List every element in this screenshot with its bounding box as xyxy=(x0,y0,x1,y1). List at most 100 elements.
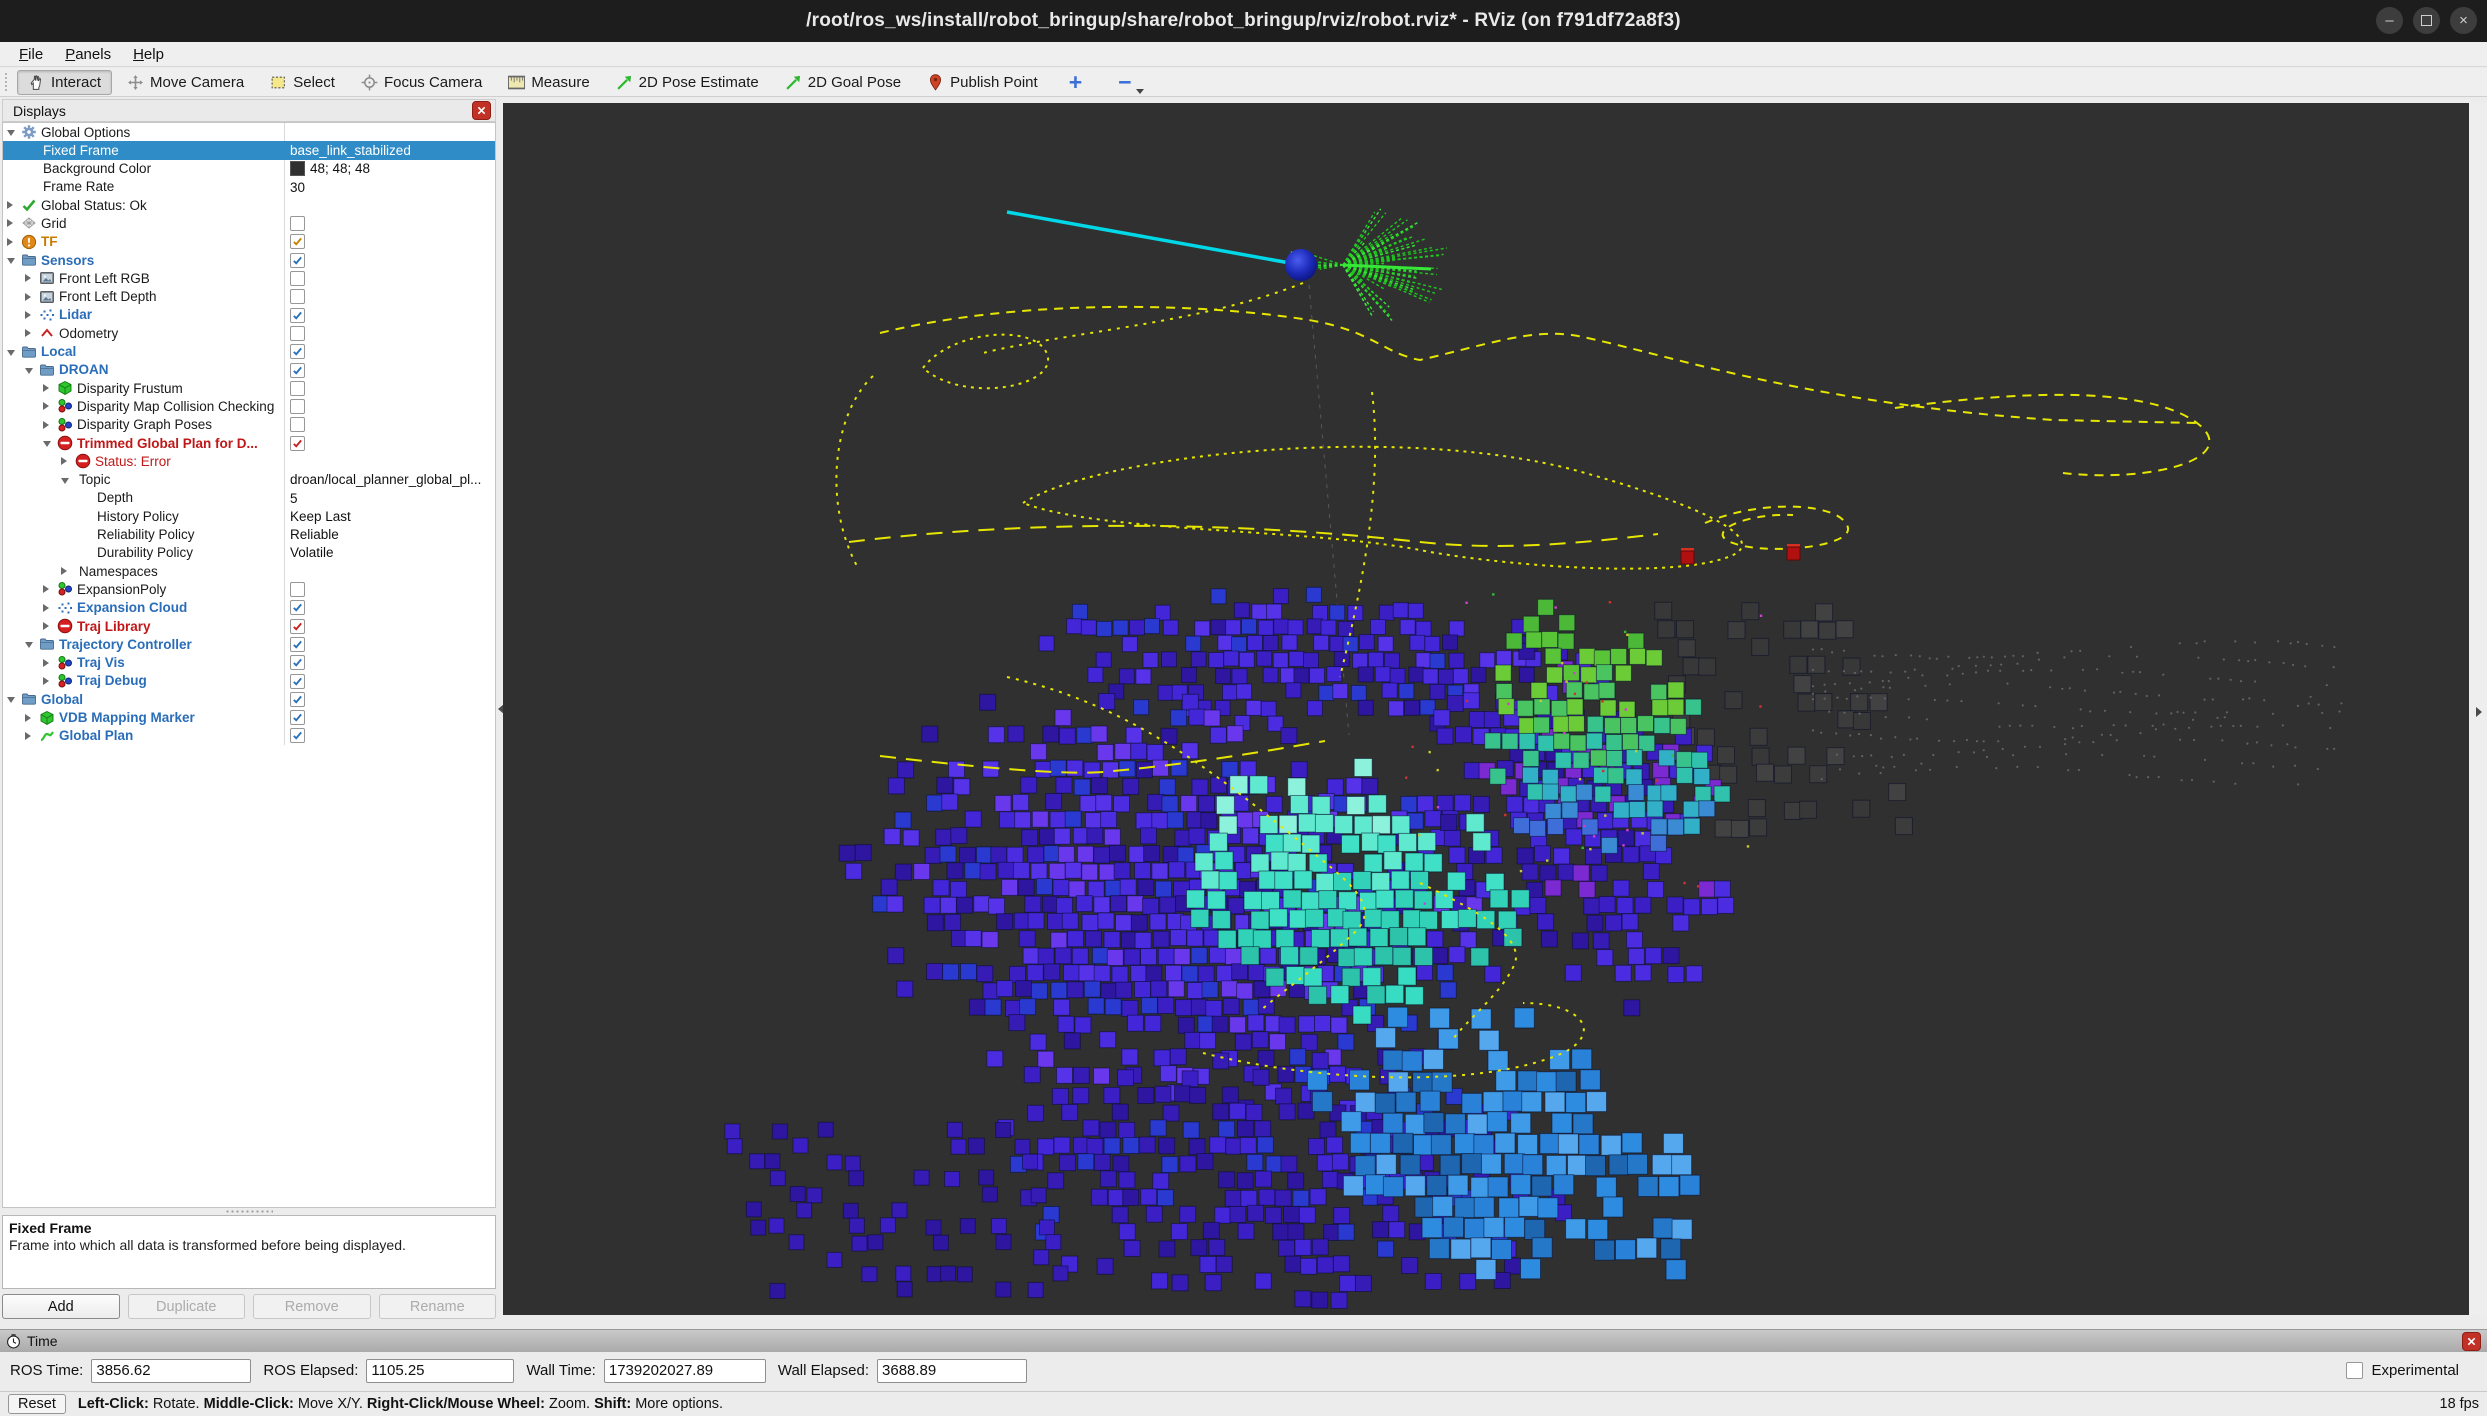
checkbox-checked[interactable] xyxy=(290,710,305,725)
zoom-in-button[interactable]: + xyxy=(1053,72,1098,92)
expander-closed-icon[interactable] xyxy=(25,293,31,301)
tree-row-history-policy[interactable]: History PolicyKeep Last xyxy=(3,507,495,525)
menu-item-help[interactable]: Help xyxy=(122,44,175,65)
expander-open-icon[interactable] xyxy=(7,130,15,136)
checkbox-unchecked[interactable] xyxy=(290,399,305,414)
expander-closed-icon[interactable] xyxy=(25,311,31,319)
expander-closed-icon[interactable] xyxy=(7,201,13,209)
tree-row-frame-rate[interactable]: Frame Rate30 xyxy=(3,178,495,196)
tree-row-global-options[interactable]: Global Options xyxy=(3,123,495,141)
time-field-input[interactable] xyxy=(91,1359,251,1383)
tree-row-expansion-cloud[interactable]: Expansion Cloud xyxy=(3,599,495,617)
tree-row-lidar[interactable]: Lidar xyxy=(3,306,495,324)
tree-row-status-error[interactable]: Status: Error xyxy=(3,452,495,470)
checkbox-unchecked[interactable] xyxy=(290,216,305,231)
tree-row-odometry[interactable]: Odometry xyxy=(3,324,495,342)
checkbox-checked[interactable] xyxy=(290,253,305,268)
expander-open-icon[interactable] xyxy=(43,441,51,447)
add-button[interactable]: Add xyxy=(2,1294,120,1319)
tree-row-reliability-policy[interactable]: Reliability PolicyReliable xyxy=(3,526,495,544)
focus-camera-button[interactable]: Focus Camera xyxy=(350,70,493,95)
expander-open-icon[interactable] xyxy=(7,697,15,703)
expander-closed-icon[interactable] xyxy=(43,622,49,630)
expander-closed-icon[interactable] xyxy=(25,274,31,282)
checkbox-checked[interactable] xyxy=(290,655,305,670)
tree-row-traj-library[interactable]: Traj Library xyxy=(3,617,495,635)
toolbar-drag-handle[interactable] xyxy=(4,72,9,92)
expander-open-icon[interactable] xyxy=(7,258,15,264)
expander-closed-icon[interactable] xyxy=(25,714,31,722)
checkbox-unchecked[interactable] xyxy=(290,381,305,396)
value-text[interactable]: base_link_stabilized xyxy=(290,143,411,158)
2d-goal-pose-button[interactable]: 2D Goal Pose xyxy=(774,70,912,95)
minimize-button[interactable]: – xyxy=(2376,7,2403,34)
tree-row-front-left-rgb[interactable]: Front Left RGB xyxy=(3,269,495,287)
expander-closed-icon[interactable] xyxy=(7,219,13,227)
tree-row-namespaces[interactable]: Namespaces xyxy=(3,562,495,580)
tree-row-sensors[interactable]: Sensors xyxy=(3,251,495,269)
3d-viewport[interactable] xyxy=(503,103,2469,1315)
reset-button[interactable]: Reset xyxy=(8,1394,66,1414)
value-text[interactable]: Reliable xyxy=(290,527,339,542)
time-close-button[interactable] xyxy=(2462,1332,2481,1351)
tree-row-depth[interactable]: Depth5 xyxy=(3,489,495,507)
select-button[interactable]: Select xyxy=(259,70,346,95)
checkbox-checked[interactable] xyxy=(290,234,305,249)
expander-closed-icon[interactable] xyxy=(43,421,49,429)
tree-row-topic[interactable]: Topicdroan/local_planner_global_pl... xyxy=(3,471,495,489)
checkbox-checked[interactable] xyxy=(290,619,305,634)
time-field-input[interactable] xyxy=(604,1359,766,1383)
time-field-input[interactable] xyxy=(877,1359,1027,1383)
tree-row-front-left-depth[interactable]: Front Left Depth xyxy=(3,288,495,306)
checkbox-checked[interactable] xyxy=(290,600,305,615)
expander-open-icon[interactable] xyxy=(61,478,69,484)
expander-open-icon[interactable] xyxy=(25,368,33,374)
tree-row-expansionpoly[interactable]: ExpansionPoly xyxy=(3,580,495,598)
checkbox-checked[interactable] xyxy=(290,728,305,743)
value-text[interactable]: droan/local_planner_global_pl... xyxy=(290,472,481,487)
value-text[interactable]: 30 xyxy=(290,180,305,195)
value-text[interactable]: Keep Last xyxy=(290,509,351,524)
expander-closed-icon[interactable] xyxy=(61,567,67,575)
value-text[interactable]: 48; 48; 48 xyxy=(310,161,370,176)
tree-row-global-status-ok[interactable]: Global Status: Ok xyxy=(3,196,495,214)
measure-button[interactable]: Measure xyxy=(497,70,600,95)
checkbox-checked[interactable] xyxy=(290,363,305,378)
checkbox-checked[interactable] xyxy=(290,308,305,323)
checkbox-unchecked[interactable] xyxy=(290,417,305,432)
experimental-checkbox[interactable] xyxy=(2346,1362,2363,1379)
expander-closed-icon[interactable] xyxy=(61,457,67,465)
2d-pose-estimate-button[interactable]: 2D Pose Estimate xyxy=(605,70,770,95)
expander-closed-icon[interactable] xyxy=(7,238,13,246)
publish-point-button[interactable]: Publish Point xyxy=(916,70,1049,95)
menu-item-panels[interactable]: Panels xyxy=(54,44,122,65)
value-text[interactable]: 5 xyxy=(290,491,298,506)
checkbox-checked[interactable] xyxy=(290,344,305,359)
checkbox-checked[interactable] xyxy=(290,436,305,451)
checkbox-unchecked[interactable] xyxy=(290,582,305,597)
displays-close-button[interactable] xyxy=(472,101,491,120)
tree-row-trimmed-global-plan-for-d[interactable]: Trimmed Global Plan for D... xyxy=(3,434,495,452)
expander-closed-icon[interactable] xyxy=(43,604,49,612)
tree-row-droan[interactable]: DROAN xyxy=(3,361,495,379)
maximize-button[interactable] xyxy=(2413,7,2440,34)
tree-row-vdb-mapping-marker[interactable]: VDB Mapping Marker xyxy=(3,709,495,727)
expander-closed-icon[interactable] xyxy=(43,384,49,392)
expander-closed-icon[interactable] xyxy=(25,732,31,740)
expander-closed-icon[interactable] xyxy=(43,677,49,685)
expander-closed-icon[interactable] xyxy=(25,329,31,337)
close-button[interactable]: × xyxy=(2450,7,2477,34)
tree-row-traj-vis[interactable]: Traj Vis xyxy=(3,654,495,672)
move-camera-button[interactable]: Move Camera xyxy=(116,70,255,95)
time-field-input[interactable] xyxy=(366,1359,514,1383)
panel-resize-handle[interactable] xyxy=(225,1209,273,1214)
expander-open-icon[interactable] xyxy=(25,642,33,648)
checkbox-unchecked[interactable] xyxy=(290,271,305,286)
tree-row-grid[interactable]: Grid xyxy=(3,214,495,232)
checkbox-checked[interactable] xyxy=(290,674,305,689)
tree-row-fixed-frame[interactable]: Fixed Framebase_link_stabilized xyxy=(3,141,495,159)
checkbox-checked[interactable] xyxy=(290,637,305,652)
checkbox-unchecked[interactable] xyxy=(290,326,305,341)
checkbox-checked[interactable] xyxy=(290,692,305,707)
tree-row-disparity-frustum[interactable]: Disparity Frustum xyxy=(3,379,495,397)
